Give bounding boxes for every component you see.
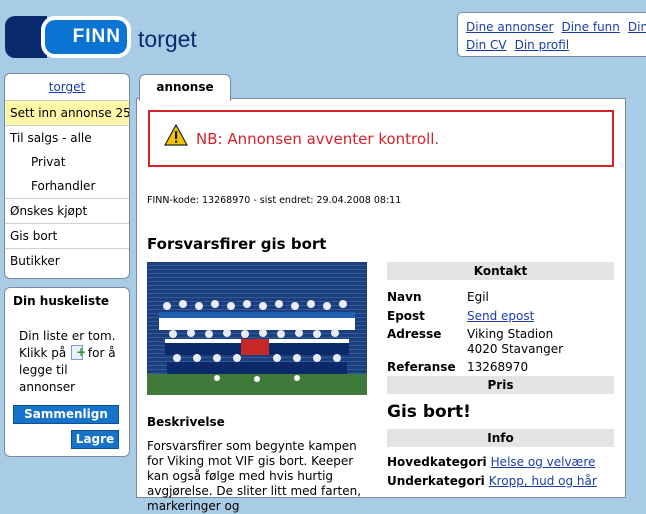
contact-ref-label: Referanse <box>387 360 456 374</box>
nav-item-private[interactable]: Privat <box>5 150 129 174</box>
contact-address-line1: Viking Stadion <box>467 327 554 341</box>
nav-item-shops[interactable]: Butikker <box>5 248 129 273</box>
my-profile-link[interactable]: Din profil <box>515 38 570 52</box>
nav-item-wanted[interactable]: Ønskes kjøpt <box>5 198 129 223</box>
tab-ad[interactable]: annonse <box>139 74 231 101</box>
section-title: torget <box>138 26 197 52</box>
din-link[interactable]: Din <box>628 20 646 34</box>
finn-code-line: FINN-kode: 13268970 - sist endret: 29.04… <box>147 195 402 206</box>
sub-category-label: Underkategori <box>387 474 485 488</box>
contact-ref-value: 13268970 <box>467 360 529 374</box>
sub-category-link[interactable]: Kropp, hud og hår <box>489 474 597 488</box>
ad-title: Forsvarsfirer gis bort <box>147 235 327 253</box>
send-email-link[interactable]: Send epost <box>467 309 534 324</box>
add-to-list-icon: + <box>70 345 86 360</box>
compare-button[interactable]: Sammenlign <box>13 405 119 424</box>
user-links-box: Dine annonser Dine funn Din Din CV Din prof… <box>457 12 646 57</box>
price-heading: Pris <box>387 376 614 394</box>
contact-name-value: Egil <box>467 290 489 304</box>
contact-name-label: Navn <box>387 290 422 304</box>
ad-content: NB: Annonsen avventer kontroll. FINN-kod… <box>136 98 626 513</box>
my-ads-link[interactable]: Dine annonser <box>466 20 553 34</box>
description-heading: Beskrivelse <box>147 415 225 429</box>
watchlist-empty-text: Din liste er tom. <box>19 329 116 343</box>
save-button[interactable]: Lagre <box>71 430 119 449</box>
warning-text: NB: Annonsen avventer kontroll. <box>196 130 440 148</box>
description-text: Forsvarsfirer som begynte kampen for Vik… <box>147 439 362 513</box>
contact-email-label: Epost <box>387 309 425 323</box>
contact-address-label: Adresse <box>387 327 442 341</box>
nav-item-dealer[interactable]: Forhandler <box>5 174 129 198</box>
nav-item-new-ad[interactable]: Sett inn annonse 25,- <box>5 100 129 125</box>
nav-torget-link[interactable]: torget <box>49 80 85 94</box>
watchlist-click-text: Klikk på <box>19 346 67 360</box>
pending-review-warning: NB: Annonsen avventer kontroll. <box>148 110 614 167</box>
my-finds-link[interactable]: Dine funn <box>561 20 619 34</box>
contact-address-line2: 4020 Stavanger <box>467 342 564 356</box>
main-category-link[interactable]: Helse og velvære <box>491 455 596 469</box>
info-heading: Info <box>387 429 614 447</box>
main-category-row: Hovedkategori Helse og velvære <box>387 455 595 470</box>
left-navigation: torget Sett inn annonse 25,- Til salgs -… <box>4 73 130 279</box>
watchlist-heading: Din huskeliste <box>13 294 110 308</box>
watchlist-panel: Din huskeliste Din liste er tom. Klikk p… <box>4 287 130 457</box>
finn-logo[interactable]: FINN <box>5 16 131 58</box>
finn-logo-text: FINN <box>45 20 127 54</box>
price-value: Gis bort! <box>387 402 471 422</box>
my-cv-link[interactable]: Din CV <box>466 38 507 52</box>
team-photo[interactable] <box>147 262 367 395</box>
contact-heading: Kontakt <box>387 262 614 280</box>
sub-category-row: Underkategori Kropp, hud og hår <box>387 474 597 489</box>
nav-item-for-sale[interactable]: Til salgs - alle <box>5 125 129 150</box>
main-category-label: Hovedkategori <box>387 455 487 469</box>
warning-icon <box>164 124 188 146</box>
nav-item-give-away[interactable]: Gis bort <box>5 223 129 248</box>
